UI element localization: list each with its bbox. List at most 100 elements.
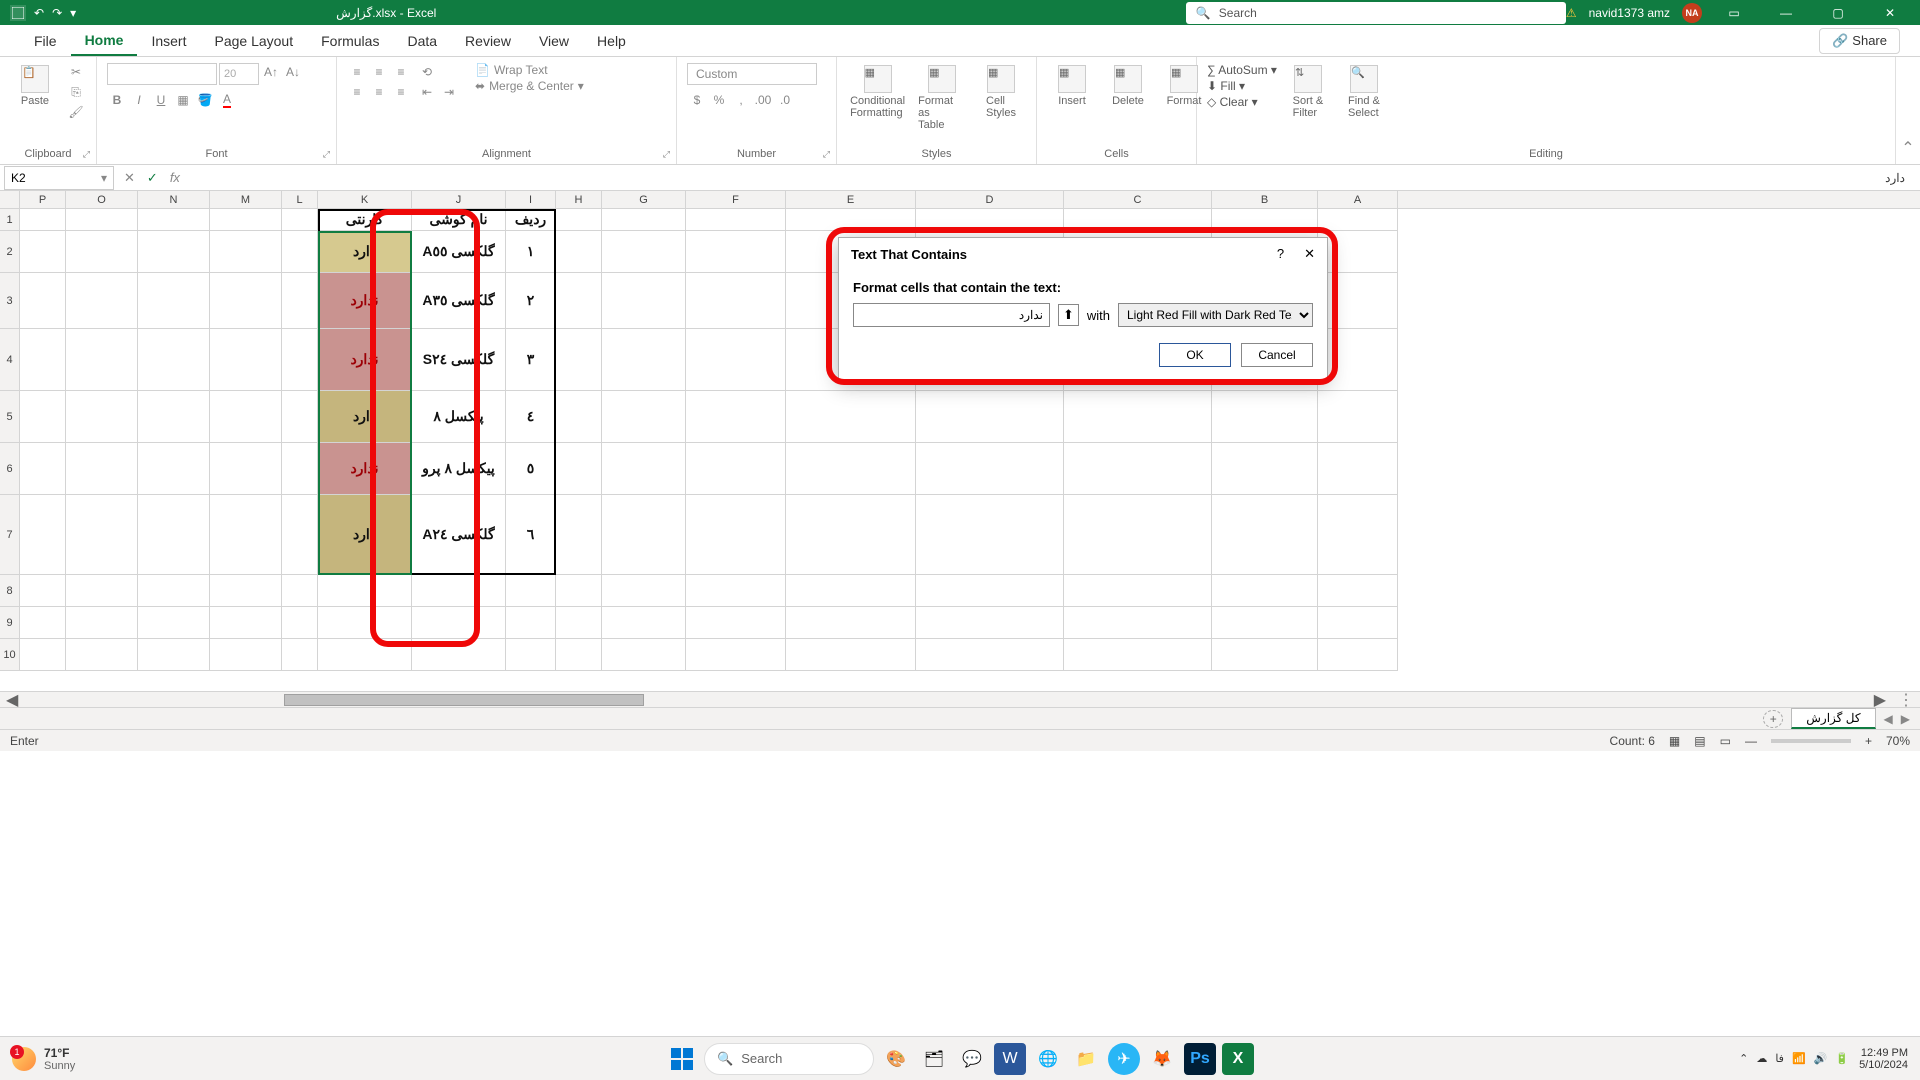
column-header[interactable]: J — [412, 191, 506, 208]
row-header[interactable]: 8 — [0, 575, 20, 607]
grid-cell[interactable] — [506, 607, 556, 639]
taskbar-app-files[interactable]: 📁 — [1070, 1043, 1102, 1075]
grid-cell[interactable] — [138, 273, 210, 329]
tab-page-layout[interactable]: Page Layout — [200, 27, 307, 55]
grid-cell[interactable] — [20, 495, 66, 575]
tab-home[interactable]: Home — [71, 26, 138, 56]
user-avatar[interactable]: NA — [1682, 3, 1702, 23]
collapse-ribbon-icon[interactable]: ⌃ — [1896, 57, 1920, 164]
share-button[interactable]: 🔗 Share — [1819, 28, 1900, 54]
data-cell[interactable]: ٦ — [506, 495, 556, 575]
column-header[interactable]: E — [786, 191, 916, 208]
grid-cell[interactable] — [282, 231, 318, 273]
dialog-close-icon[interactable]: ✕ — [1304, 246, 1315, 262]
taskbar-app-explorer[interactable]: 🗂 — [918, 1043, 950, 1075]
grid-cell[interactable] — [138, 495, 210, 575]
search-bar[interactable]: 🔍 Search — [1186, 2, 1566, 24]
tab-formulas[interactable]: Formulas — [307, 27, 393, 55]
grid-cell[interactable] — [786, 391, 916, 443]
tray-chevron-icon[interactable]: ⌃ — [1739, 1052, 1748, 1065]
data-cell[interactable]: ٢ — [506, 273, 556, 329]
data-cell[interactable]: پیکسل ۸ پرو — [412, 443, 506, 495]
tray-onedrive-icon[interactable]: ☁ — [1756, 1052, 1767, 1065]
column-header[interactable]: H — [556, 191, 602, 208]
format-painter-icon[interactable]: 🖌 — [66, 103, 86, 121]
zoom-in-icon[interactable]: + — [1865, 734, 1872, 748]
data-cell[interactable]: گلکسی A٣٥ — [412, 273, 506, 329]
taskbar-date[interactable]: 5/10/2024 — [1859, 1059, 1908, 1071]
grid-cell[interactable] — [1212, 391, 1318, 443]
grid-cell[interactable] — [602, 391, 686, 443]
grid-cell[interactable] — [556, 209, 602, 231]
data-cell[interactable]: ندارد — [318, 273, 412, 329]
grid-cell[interactable] — [282, 607, 318, 639]
row-header[interactable]: 6 — [0, 443, 20, 495]
column-header[interactable]: A — [1318, 191, 1398, 208]
insert-cells-button[interactable]: ▦Insert — [1047, 63, 1097, 109]
italic-button[interactable]: I — [129, 91, 149, 109]
font-size-select[interactable] — [219, 63, 259, 85]
grid[interactable]: PONMLKJIHGFEDCBA 12345678910 گارنتینام گ… — [0, 191, 1920, 691]
grid-cell[interactable] — [1318, 209, 1398, 231]
grid-cell[interactable] — [282, 443, 318, 495]
grid-cell[interactable] — [686, 607, 786, 639]
grid-cell[interactable] — [602, 329, 686, 391]
taskbar-app-teams[interactable]: 💬 — [956, 1043, 988, 1075]
grid-cell[interactable] — [686, 639, 786, 671]
clipboard-launcher-icon[interactable]: ⤢ — [83, 149, 90, 160]
grid-cell[interactable] — [1064, 575, 1212, 607]
grid-cell[interactable] — [210, 273, 282, 329]
dialog-format-select[interactable]: Light Red Fill with Dark Red Text — [1118, 303, 1313, 327]
grid-cell[interactable] — [20, 273, 66, 329]
grid-cell[interactable] — [282, 329, 318, 391]
format-as-table-button[interactable]: ▦Format as Table — [914, 63, 970, 133]
increase-indent-icon[interactable]: ⇥ — [439, 83, 459, 101]
grid-cell[interactable] — [210, 391, 282, 443]
fill-color-icon[interactable]: 🪣 — [195, 91, 215, 109]
grid-cell[interactable] — [786, 639, 916, 671]
data-cell[interactable]: ٤ — [506, 391, 556, 443]
grid-cell[interactable] — [556, 495, 602, 575]
grid-cell[interactable] — [1318, 329, 1398, 391]
merge-center-button[interactable]: ⬌ Merge & Center ▾ — [475, 79, 584, 93]
grid-cell[interactable] — [210, 209, 282, 231]
taskbar-app-photoshop[interactable]: Ps — [1184, 1043, 1216, 1075]
grid-cell[interactable] — [786, 495, 916, 575]
undo-icon[interactable]: ↶ — [34, 6, 44, 20]
maximize-button[interactable]: ▢ — [1818, 0, 1858, 25]
grid-cell[interactable] — [138, 575, 210, 607]
grid-cell[interactable] — [138, 639, 210, 671]
data-cell[interactable]: دارد — [318, 495, 412, 575]
grid-cell[interactable] — [786, 607, 916, 639]
grid-cell[interactable] — [916, 209, 1064, 231]
row-header[interactable]: 7 — [0, 495, 20, 575]
column-header[interactable]: F — [686, 191, 786, 208]
grid-cell[interactable] — [138, 391, 210, 443]
grid-cell[interactable] — [66, 391, 138, 443]
grid-cell[interactable] — [686, 391, 786, 443]
grid-cell[interactable] — [20, 443, 66, 495]
grid-cell[interactable] — [686, 273, 786, 329]
grid-cell[interactable] — [138, 607, 210, 639]
column-header[interactable]: L — [282, 191, 318, 208]
select-all-corner[interactable] — [0, 191, 20, 208]
column-header[interactable]: I — [506, 191, 556, 208]
data-cell[interactable]: گلکسی A٢٤ — [412, 495, 506, 575]
grid-cell[interactable] — [602, 443, 686, 495]
column-header[interactable]: D — [916, 191, 1064, 208]
align-right-icon[interactable]: ≡ — [391, 83, 411, 101]
conditional-formatting-button[interactable]: ▦Conditional Formatting — [847, 63, 908, 121]
grid-cell[interactable] — [1212, 575, 1318, 607]
grid-cell[interactable] — [602, 231, 686, 273]
grid-cell[interactable] — [686, 329, 786, 391]
data-cell[interactable]: ندارد — [318, 443, 412, 495]
data-cell[interactable]: گارنتی — [318, 209, 412, 231]
grid-cell[interactable] — [786, 443, 916, 495]
number-format-select[interactable] — [687, 63, 817, 85]
grid-cell[interactable] — [138, 443, 210, 495]
grid-cell[interactable] — [66, 231, 138, 273]
grid-cell[interactable] — [412, 607, 506, 639]
data-cell[interactable]: ردیف — [506, 209, 556, 231]
align-middle-icon[interactable]: ≡ — [369, 63, 389, 81]
grid-cell[interactable] — [556, 607, 602, 639]
